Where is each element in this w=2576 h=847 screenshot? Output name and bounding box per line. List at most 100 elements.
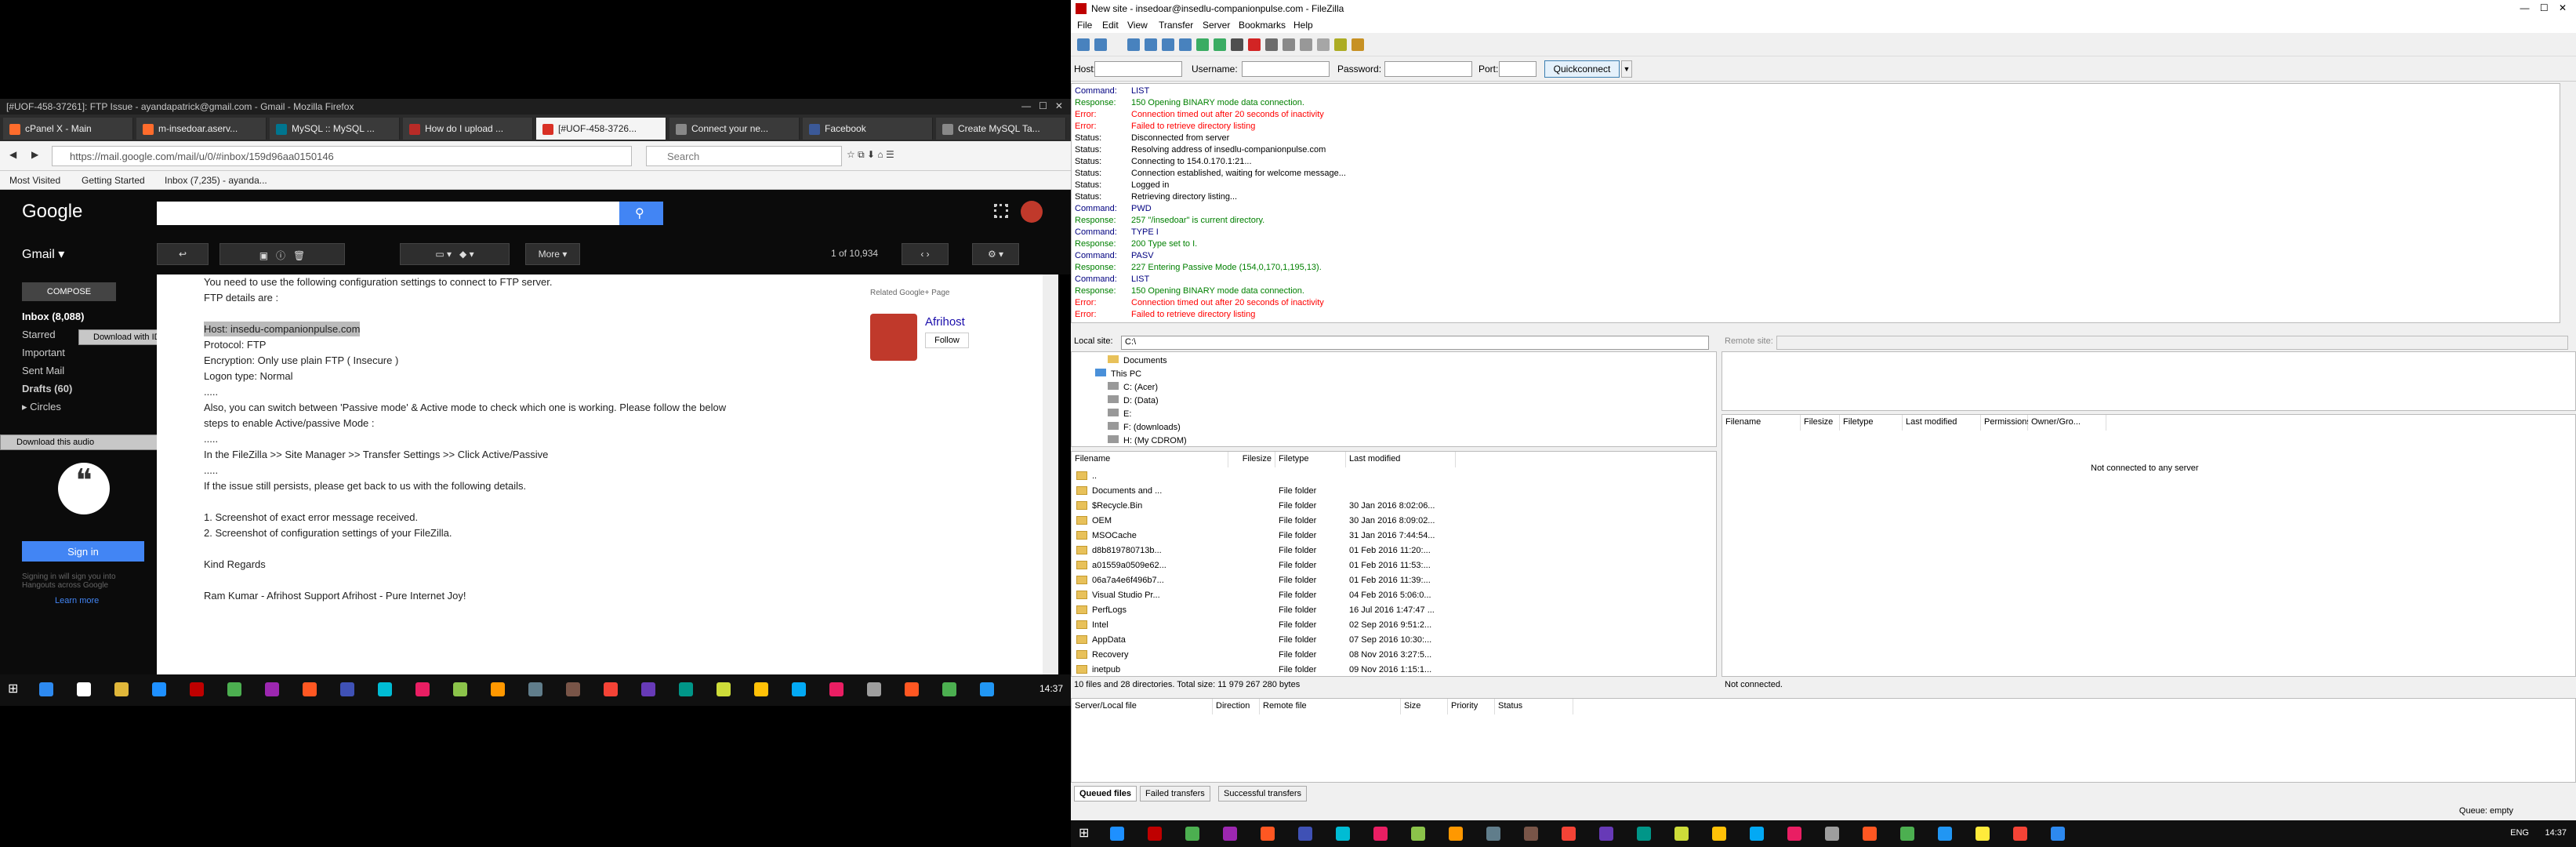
taskbar-app-icon[interactable] [867,682,881,696]
taskbar-app-icon[interactable] [114,682,129,696]
file-row[interactable]: .. [1072,469,1714,484]
menu-item[interactable]: Help [1293,20,1313,31]
file-row[interactable]: Recovery File folder 08 Nov 2016 3:27:5... [1072,648,1714,663]
browser-tab[interactable]: Create MySQL Ta... [936,118,1066,140]
quickconnect-dropdown[interactable]: ▼ [1621,60,1632,78]
taskbar-app-icon[interactable] [528,682,542,696]
start-icon[interactable]: ⊞ [8,681,18,696]
file-row[interactable]: OEM File folder 30 Jan 2016 8:09:02... [1072,514,1714,529]
taskbar-app-icon[interactable] [2013,827,2027,841]
toolbar-button-icon[interactable] [1334,38,1347,51]
taskbar-app-icon[interactable] [77,682,91,696]
afrihost-link[interactable]: Afrihost [925,315,965,329]
taskbar-app-icon[interactable] [754,682,768,696]
column-header[interactable]: Filesize [1801,415,1840,431]
search-box[interactable]: Search [646,146,842,166]
queue-tab[interactable]: Successful transfers [1218,786,1308,802]
toolbar-button-icon[interactable] [1179,38,1192,51]
gmail-nav-item[interactable]: Drafts (60) [22,383,72,394]
menu-item[interactable]: Bookmarks [1239,20,1286,31]
password-input[interactable] [1384,61,1472,77]
gmail-nav-item[interactable]: Inbox (8,088) [22,311,84,322]
settings-button[interactable]: ⚙ ▾ [972,243,1019,265]
column-header[interactable]: Server/Local file [1072,699,1213,714]
column-header[interactable]: Size [1401,699,1448,714]
taskbar-app-icon[interactable] [829,682,844,696]
toolbar-icons[interactable]: ☆ ⧉ ⬇ ⌂ ☰ [847,149,894,161]
browser-tab[interactable]: MySQL :: MySQL ... [270,118,400,140]
prev-next-buttons[interactable]: ‹ › [902,243,949,265]
taskbar-app-icon[interactable] [1825,827,1839,841]
column-header[interactable]: Direction [1213,699,1260,714]
browser-tab[interactable]: Facebook [803,118,933,140]
column-header[interactable]: Last modified [1903,415,1981,431]
toolbar-button-icon[interactable] [1145,38,1157,51]
column-header[interactable]: Filetype [1840,415,1903,431]
menu-item[interactable]: View [1127,20,1148,31]
taskbar-app-icon[interactable] [1524,827,1538,841]
file-row[interactable]: MSOCache File folder 31 Jan 2016 7:44:54..… [1072,529,1714,543]
taskbar-app-icon[interactable] [303,682,317,696]
taskbar-app-icon[interactable] [717,682,731,696]
column-header[interactable]: Filesize [1228,452,1275,467]
move-label-buttons[interactable]: ▭ ▾ ◆ ▾ [400,243,510,265]
scrollbar[interactable] [1043,274,1058,682]
toolbar-button-icon[interactable] [1248,38,1261,51]
file-row[interactable]: Intel File folder 02 Sep 2016 9:51:2... [1072,618,1714,633]
browser-tab[interactable]: m-insedoar.aserv... [136,118,267,140]
file-row[interactable]: PerfLogs File folder 16 Jul 2016 1:47:47 .… [1072,603,1714,618]
more-button[interactable]: More ▾ [525,243,580,265]
window-controls[interactable]: — ☐ ✕ [1021,100,1063,111]
username-input[interactable] [1242,61,1330,77]
back-button[interactable]: ↩ [157,243,209,265]
taskbar-app-icon[interactable] [1787,827,1801,841]
taskbar-app-icon[interactable] [1148,827,1162,841]
taskbar-app-icon[interactable] [39,682,53,696]
taskbar-app-icon[interactable] [190,682,204,696]
taskbar-app-icon[interactable] [942,682,956,696]
host-input[interactable] [1094,61,1182,77]
taskbar-app-icon[interactable] [1863,827,1877,841]
queue-tab[interactable]: Failed transfers [1140,786,1210,802]
remote-site-input[interactable] [1776,336,2568,350]
local-site-input[interactable]: C:\ [1121,336,1709,350]
start-icon[interactable]: ⊞ [1079,825,1089,841]
tree-item[interactable]: F: (downloads) [1108,422,1181,434]
gmail-search-button[interactable]: ⚲ [619,202,663,225]
menu-item[interactable]: Edit [1102,20,1119,31]
gmail-label[interactable]: Gmail ▾ [22,246,64,262]
taskbar-app-icon[interactable] [1298,827,1312,841]
tree-item[interactable]: This PC [1095,369,1141,381]
taskbar-app-icon[interactable] [1674,827,1689,841]
toolbar-button-icon[interactable] [1214,38,1226,51]
taskbar-app-icon[interactable] [415,682,430,696]
follow-button[interactable]: Follow [925,333,969,348]
taskbar-app-icon[interactable] [1750,827,1764,841]
column-header[interactable]: Filename [1072,452,1228,467]
taskbar-app-icon[interactable] [2051,827,2065,841]
signin-button[interactable]: Sign in [22,541,144,562]
gmail-search-input[interactable] [157,202,619,225]
archive-spam-delete-buttons[interactable]: ▣ ⓘ 🗑 [220,243,345,265]
column-header[interactable]: Priority [1448,699,1495,714]
port-input[interactable] [1499,61,1537,77]
toolbar-button-icon[interactable] [1077,38,1090,51]
taskbar-app-icon[interactable] [1938,827,1952,841]
taskbar-app-icon[interactable] [453,682,467,696]
file-row[interactable]: inetpub File folder 09 Nov 2016 1:15:1... [1072,663,1714,676]
taskbar-app-icon[interactable] [265,682,279,696]
google-logo[interactable]: Google [22,201,82,223]
file-row[interactable]: d8b819780713b... File folder 01 Feb 2016 1… [1072,543,1714,558]
compose-button[interactable]: COMPOSE [22,282,116,301]
apps-icon[interactable] [994,204,1008,218]
column-header[interactable]: Filetype [1275,452,1346,467]
file-row[interactable]: 06a7a4e6f496b7... File folder 01 Feb 2016 … [1072,573,1714,588]
toolbar-button-icon[interactable] [1351,38,1364,51]
file-row[interactable]: a01559a0509e62... File folder 01 Feb 2016 … [1072,558,1714,573]
column-header[interactable]: Filename [1722,415,1801,431]
queue-tab[interactable]: Queued files [1074,786,1137,802]
taskbar-app-icon[interactable] [491,682,505,696]
browser-tab[interactable]: cPanel X - Main [3,118,133,140]
menu-item[interactable]: Transfer [1159,20,1193,31]
learn-more-link[interactable]: Learn more [55,596,99,605]
